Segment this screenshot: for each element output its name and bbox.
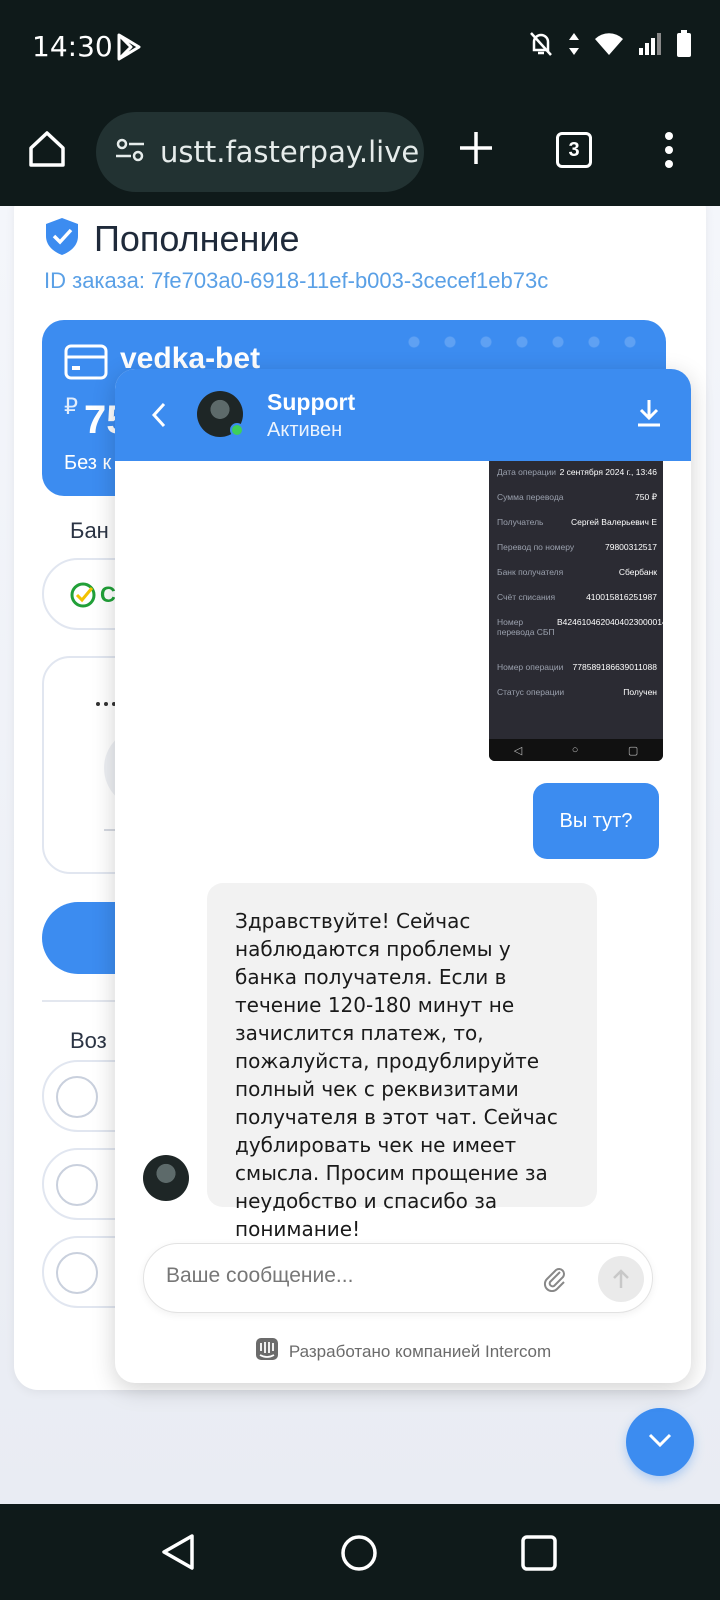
- overflow-menu-icon[interactable]: [664, 130, 674, 175]
- receipt-row-label: Счёт списания: [497, 592, 556, 602]
- receipt-row: Получатель Сергей Валерьевич Е: [497, 517, 657, 527]
- card-icon: [64, 344, 108, 385]
- page-header: Пополнение: [44, 216, 300, 261]
- receipt-image[interactable]: ◁ ○ ▢ Дата операции 2 сентября 2024 г., 13:…: [489, 461, 663, 761]
- send-button[interactable]: [598, 1256, 644, 1302]
- radio-button[interactable]: [56, 1252, 98, 1294]
- intercom-logo-icon: [255, 1337, 279, 1366]
- browser-toolbar: ustt.fasterpay.live 3: [0, 96, 720, 206]
- receipt-row-value: Получен: [623, 687, 657, 697]
- bank-name: С: [100, 582, 116, 607]
- status-bar: 14:30: [0, 0, 720, 96]
- nav-back-icon[interactable]: [160, 1532, 196, 1577]
- bank-label: Бан: [70, 518, 109, 543]
- online-indicator: [230, 423, 244, 437]
- receipt-row-label: Сумма перевода: [497, 492, 564, 502]
- receipt-row: Номер операции 778589186639011088: [497, 662, 657, 672]
- data-arrows-icon: [568, 31, 580, 62]
- receipt-row: Перевод по номеру 79800312517: [497, 542, 657, 552]
- new-tab-icon[interactable]: [456, 128, 496, 173]
- receipt-row: Дата операции 2 сентября 2024 г., 13:46: [497, 467, 657, 477]
- receipt-row-value: 2 сентября 2024 г., 13:46: [559, 467, 657, 477]
- back-icon[interactable]: [151, 401, 167, 434]
- notifications-off-icon: [528, 30, 554, 63]
- receipt-row: Статус операции Получен: [497, 687, 657, 697]
- battery-icon: [676, 30, 692, 63]
- agent-name: Support: [267, 389, 356, 415]
- receipt-row: Банк получателя Сбербанк: [497, 567, 657, 577]
- receipt-footer: [495, 719, 657, 733]
- tab-switcher-button[interactable]: 3: [556, 132, 592, 168]
- receipt-row-value: 778589186639011088: [572, 662, 657, 672]
- receipt-row-label: Дата операции: [497, 467, 557, 477]
- agent-status: Активен: [267, 419, 343, 441]
- amount-subtitle: Без к: [64, 452, 112, 474]
- signal-icon: [638, 32, 662, 61]
- shield-check-icon: [44, 216, 80, 261]
- order-id: ID заказа: 7fe703a0-6918-11ef-b003-3cece…: [44, 268, 549, 293]
- chat-widget: Support Активен ◁ ○ ▢ Дата операции 2 сентя…: [115, 369, 691, 1383]
- receipt-row: Сумма перевода 750 ₽: [497, 492, 657, 503]
- download-icon[interactable]: [635, 397, 663, 434]
- receipt-row-value: B42461046204040230000140011331101: [557, 617, 663, 627]
- receipt-row-value: 410015816251987: [586, 592, 657, 602]
- message-composer: [143, 1243, 653, 1313]
- receipt-row-value: 750 ₽: [635, 492, 657, 502]
- home-icon[interactable]: [26, 128, 68, 175]
- chevron-down-icon: [647, 1432, 673, 1453]
- receipt-row-label: Банк получателя: [497, 567, 564, 577]
- receipt-row: Номер перевода СБП B424610462040402300001…: [497, 617, 663, 637]
- system-nav-bar: [0, 1504, 720, 1600]
- agent-message: Здравствуйте! Сейчас наблюдаются проблем…: [207, 883, 597, 1241]
- nav-home-icon[interactable]: [340, 1534, 378, 1577]
- user-message: Вы тут?: [533, 783, 659, 859]
- receipt-row-value: Сергей Валерьевич Е: [570, 517, 657, 527]
- powered-by-text: Разработано компанией Intercom: [288, 1341, 552, 1361]
- radio-button[interactable]: [56, 1164, 98, 1206]
- receipt-row-value: 79800312517: [604, 542, 657, 552]
- powered-by[interactable]: Разработано компанией Intercom: [115, 1337, 691, 1366]
- receipt-row-label: Получатель: [497, 517, 544, 527]
- site-settings-icon[interactable]: [114, 136, 146, 169]
- wifi-icon: [594, 32, 624, 61]
- status-time: 14:30: [32, 30, 113, 63]
- sberbank-logo-icon: [70, 582, 96, 613]
- attachment-icon[interactable]: [542, 1266, 568, 1297]
- status-icons: [528, 30, 692, 63]
- question-label: Воз: [70, 1028, 107, 1053]
- receipt-nav-bar: ◁ ○ ▢: [489, 739, 663, 761]
- radio-button[interactable]: [56, 1076, 98, 1118]
- receipt-row-value: Сбербанк: [618, 567, 657, 577]
- receipt-row-label: Номер перевода СБП: [497, 617, 555, 637]
- play-store-icon: [116, 32, 142, 67]
- currency-symbol: ₽: [64, 394, 78, 419]
- url-text: ustt.fasterpay.live: [160, 135, 420, 169]
- chat-toggle-button[interactable]: [626, 1408, 694, 1476]
- message-input[interactable]: [166, 1264, 526, 1288]
- chat-header: Support Активен: [115, 369, 691, 461]
- receipt-row-label: Статус операции: [497, 687, 565, 697]
- nav-recents-icon[interactable]: [520, 1534, 558, 1577]
- agent-message-avatar: [143, 1155, 189, 1201]
- address-bar[interactable]: ustt.fasterpay.live: [96, 112, 424, 192]
- receipt-row-label: Перевод по номеру: [497, 542, 575, 552]
- receipt-row-label: Номер операции: [497, 662, 564, 672]
- receipt-row: Счёт списания 410015816251987: [497, 592, 657, 602]
- page-title: Пополнение: [94, 217, 300, 259]
